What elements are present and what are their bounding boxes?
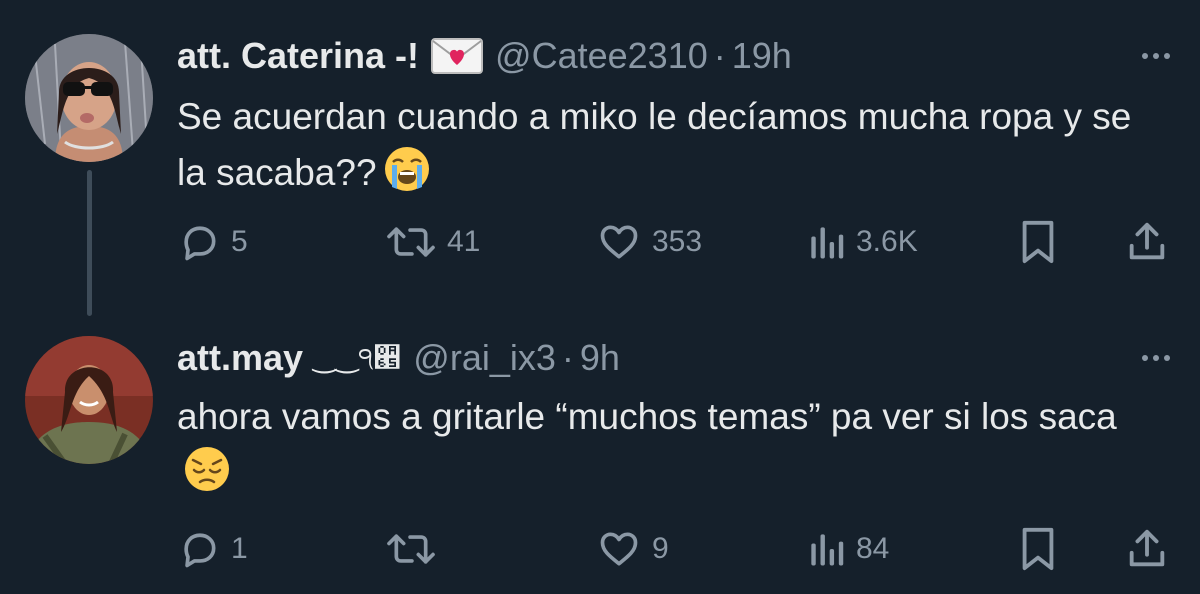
reply-icon [184,226,216,261]
separator-dot: · [561,337,574,378]
reply-count: 5 [231,225,248,258]
avatar[interactable] [25,34,153,162]
share-icon [1129,529,1165,567]
handle[interactable]: @Catee2310 [495,35,708,77]
share-button[interactable] [1124,524,1170,574]
tweet-text: Se acuerdan cuando a miko le decíamos mu… [177,89,1157,209]
retweet-button[interactable] [385,524,447,574]
retweet-icon [387,534,435,564]
name-decoration: ‿‿੧੥ [313,342,402,373]
loudly-crying-face-icon [383,145,431,209]
avatar[interactable] [25,336,153,464]
pensive-face-icon [183,445,231,509]
views-button[interactable]: 3.6K [806,217,918,267]
reply-count: 1 [231,532,248,565]
views-icon [811,534,844,566]
tweet-actions: 5 41 353 3.6K [0,217,1200,267]
like-button[interactable]: 9 [596,524,669,574]
like-count: 9 [652,532,669,565]
retweet-icon [387,227,435,257]
timestamp[interactable]: 9h [580,337,620,379]
separator-dot: · [713,35,726,76]
views-count: 84 [856,532,890,565]
heart-icon [600,225,638,259]
retweet-count: 41 [447,225,481,258]
tweet-header: att.may ‿‿੧੥ @rai_ix3 · 9h [177,335,620,381]
reply-button[interactable]: 1 [177,524,248,574]
reply-button[interactable]: 5 [177,217,248,267]
handle[interactable]: @rai_ix3 [413,337,556,379]
bookmark-button[interactable] [1018,524,1058,574]
timestamp[interactable]: 19h [732,35,792,77]
display-name[interactable]: att. Caterina -! [177,35,419,77]
views-count: 3.6K [856,225,918,258]
tweet-text: ahora vamos a gritarle “muchos temas” pa… [177,389,1157,509]
more-options-icon[interactable] [1142,53,1170,59]
tweet-text-content: ahora vamos a gritarle “muchos temas” pa… [177,396,1117,437]
reply-icon [184,533,216,568]
tweet[interactable]: att. Caterina -! @Catee2310 · 19h Se acu… [0,0,1200,316]
like-button[interactable]: 353 [596,217,702,267]
tweet-header: att. Caterina -! @Catee2310 · 19h [177,33,792,79]
display-name[interactable]: att.may [177,337,303,379]
retweet-button[interactable]: 41 [385,217,480,267]
bookmark-button[interactable] [1018,217,1058,267]
bookmark-icon [1022,527,1054,571]
views-button[interactable]: 84 [806,524,889,574]
views-icon [811,227,844,259]
tweet[interactable]: att.may ‿‿੧੥ @rai_ix3 · 9h ahora vamos a… [0,320,1200,594]
share-button[interactable] [1124,217,1170,267]
share-icon [1129,222,1165,260]
tweet-text-content: Se acuerdan cuando a miko le decíamos mu… [177,96,1132,193]
heart-icon [600,532,638,566]
like-count: 353 [652,225,703,258]
more-options-icon[interactable] [1142,355,1170,361]
bookmark-icon [1022,220,1054,264]
love-letter-icon [431,37,484,75]
tweet-actions: 1 9 84 [0,524,1200,574]
